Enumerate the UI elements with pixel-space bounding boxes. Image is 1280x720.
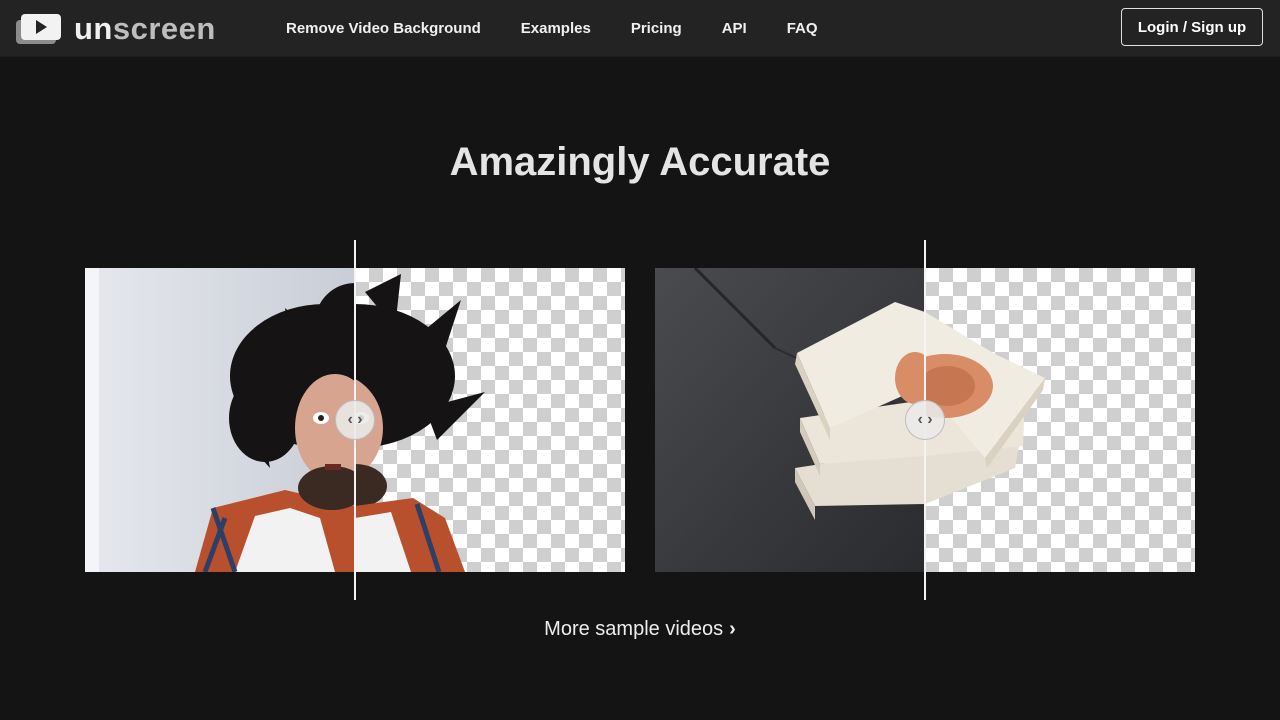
page-headline: Amazingly Accurate [449,140,831,184]
login-signup-button[interactable]: Login / Sign up [1121,8,1263,46]
original-video-frame-books [655,268,925,572]
nav-pricing[interactable]: Pricing [631,20,682,37]
original-video-frame [85,268,355,572]
main-nav: Remove Video Background Examples Pricing… [286,0,858,56]
logo-icon [16,12,62,46]
unscreen-logo[interactable]: unscreen [16,11,236,47]
more-sample-videos-label: More sample videos [544,618,724,640]
more-sample-videos-link[interactable]: More sample videos › [0,618,1280,641]
top-navigation-bar: unscreen Remove Video Background Example… [0,0,1280,56]
logo-wordmark: unscreen [74,11,216,47]
nav-faq[interactable]: FAQ [787,20,818,37]
nav-remove-video-background[interactable]: Remove Video Background [286,20,481,37]
logo-wordmark-part1: un [74,11,113,46]
nav-examples[interactable]: Examples [521,20,591,37]
transparent-background [355,268,625,572]
chevron-right-icon: › [729,618,736,640]
transparent-background-books [925,268,1195,572]
drag-handle-arrows-icon[interactable]: ‹ › [335,400,375,440]
nav-api[interactable]: API [722,20,747,37]
drag-handle-arrows-icon[interactable]: ‹ › [905,400,945,440]
logo-wordmark-part2: screen [112,11,216,46]
